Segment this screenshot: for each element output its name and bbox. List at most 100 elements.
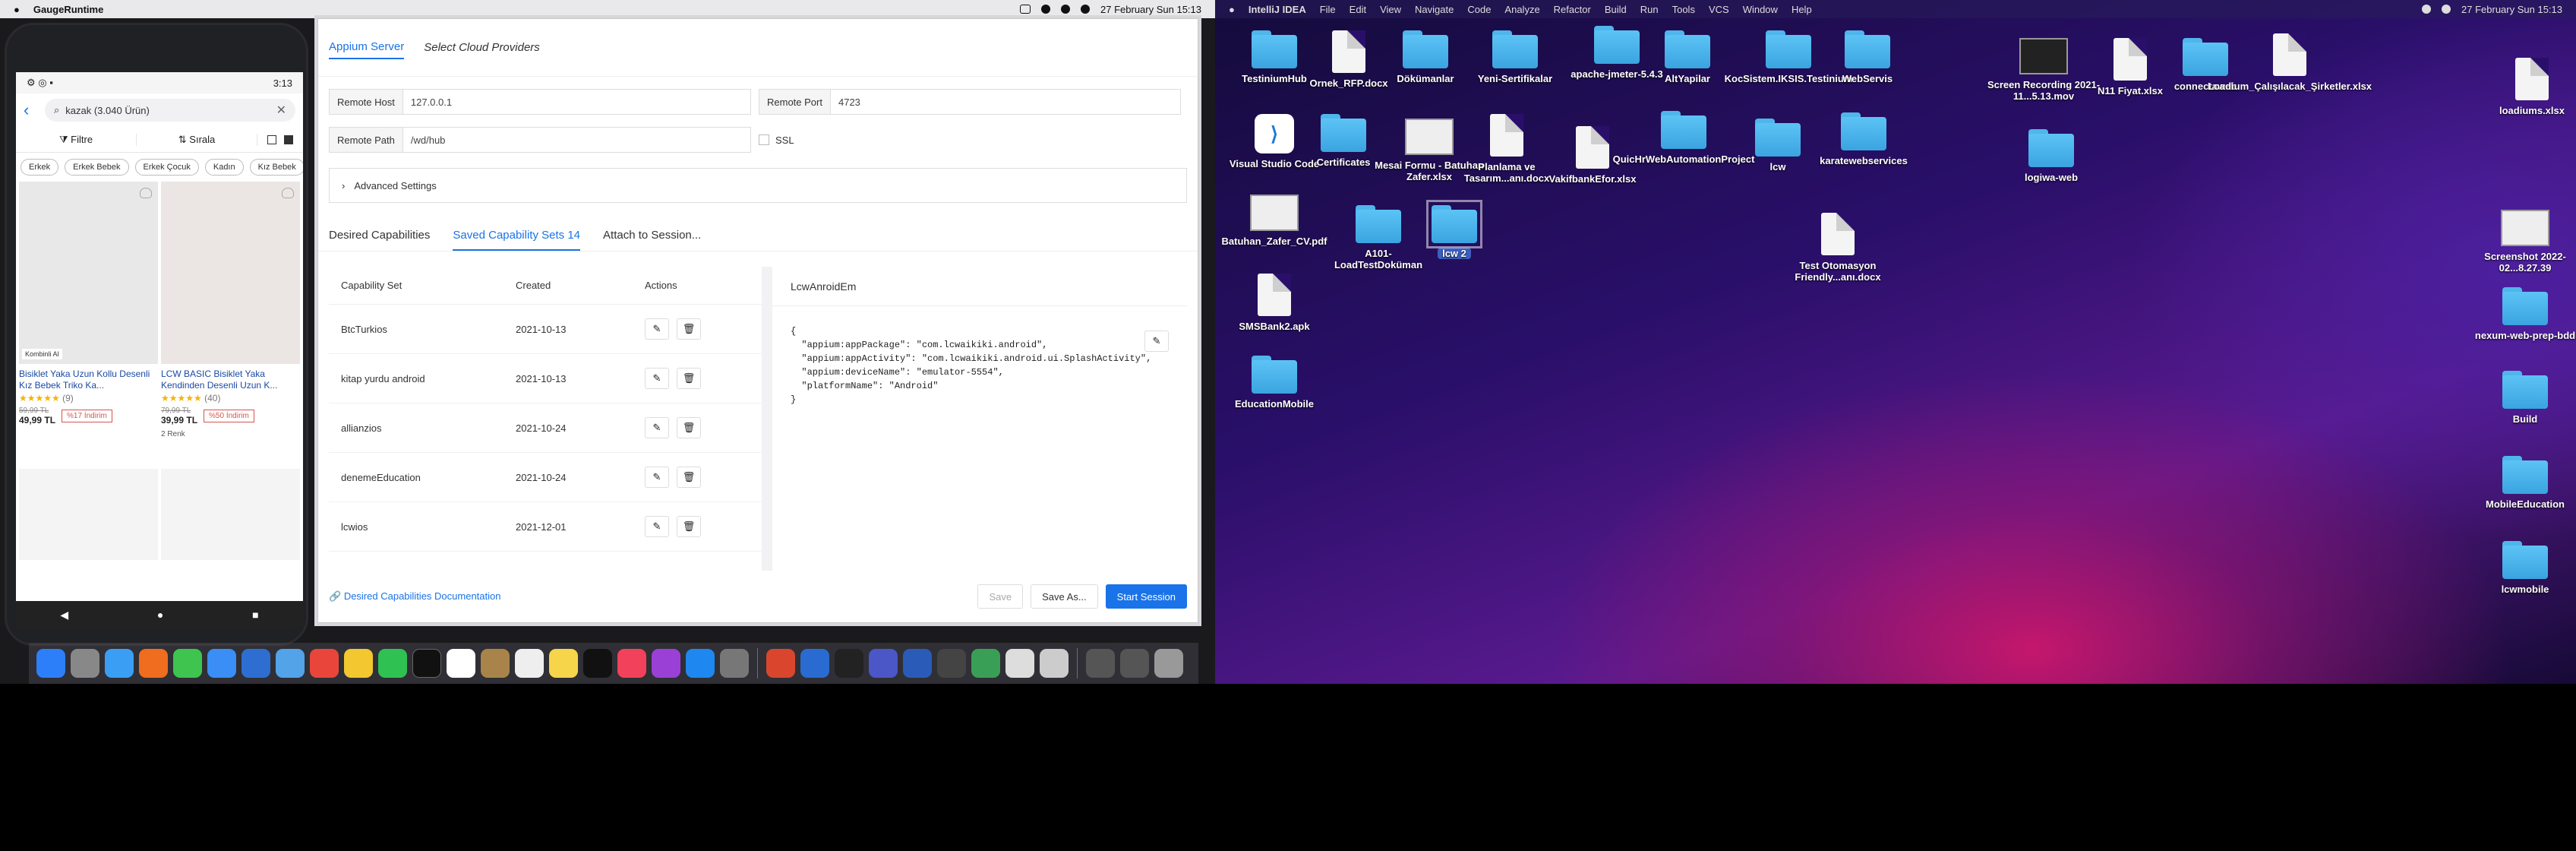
product-name[interactable]: LCW BASIC Bisiklet Yaka Kendinden Desenl…: [161, 369, 300, 391]
messages-icon[interactable]: [173, 649, 202, 678]
ssl-checkbox[interactable]: [759, 134, 769, 145]
table-row[interactable]: allianzios 2021-10-24 ✎ 🗑: [329, 403, 762, 453]
contacts-icon[interactable]: [481, 649, 510, 678]
save-button[interactable]: Save: [977, 584, 1024, 609]
edit-icon[interactable]: ✎: [645, 467, 669, 488]
trash-icon[interactable]: [1154, 649, 1183, 678]
desktop-item[interactable]: lcwmobile: [2468, 541, 2576, 595]
edit-icon[interactable]: ✎: [645, 417, 669, 438]
table-row[interactable]: denemeEducation 2021-10-24 ✎ 🗑: [329, 453, 762, 502]
table-row[interactable]: BtcTurkios 2021-10-13 ✎ 🗑: [329, 305, 762, 354]
minimized-window-icon[interactable]: [1120, 649, 1149, 678]
safari-icon[interactable]: [105, 649, 134, 678]
delete-icon[interactable]: 🗑: [677, 467, 701, 488]
terminal-icon[interactable]: [835, 649, 863, 678]
facetime-icon[interactable]: [378, 649, 407, 678]
menu-item[interactable]: Edit: [1350, 4, 1366, 15]
menu-item[interactable]: Code: [1467, 4, 1491, 15]
tab-cloud-providers[interactable]: Select Cloud Providers: [424, 36, 540, 59]
java-icon[interactable]: [1040, 649, 1069, 678]
advanced-settings[interactable]: › Advanced Settings: [329, 168, 1187, 203]
podcasts-icon[interactable]: [652, 649, 680, 678]
chip[interactable]: Kadın: [204, 159, 244, 176]
grid-view-icon[interactable]: [284, 134, 293, 144]
menu-item[interactable]: Help: [1792, 4, 1812, 15]
menu-item[interactable]: Refactor: [1554, 4, 1591, 15]
apple-icon[interactable]: ●: [14, 4, 20, 15]
tab-attach-session[interactable]: Attach to Session...: [603, 226, 701, 251]
menu-item[interactable]: Build: [1605, 4, 1627, 15]
chip[interactable]: Erkek: [21, 159, 59, 176]
powerpoint-icon[interactable]: [766, 649, 795, 678]
product-card-placeholder[interactable]: [19, 469, 158, 560]
favorite-icon[interactable]: [140, 188, 152, 198]
table-row[interactable]: kitap yurdu android 2021-10-13 ✎ 🗑: [329, 354, 762, 403]
menu-item[interactable]: Analyze: [1504, 4, 1539, 15]
desktop-item[interactable]: Loadium_Çalışılacak_Şirketler.xlsx: [2208, 33, 2372, 92]
music-icon[interactable]: [617, 649, 646, 678]
search-input[interactable]: ⌕ kazak (3.040 Ürün) ✕: [45, 99, 295, 122]
edit-icon[interactable]: ✎: [1144, 331, 1169, 352]
desktop-item[interactable]: nexum-web-prep-bdd: [2468, 287, 2576, 341]
desktop-item[interactable]: Test Otomasyon Friendly...anı.docx: [1781, 213, 1895, 283]
wifi-icon[interactable]: [2422, 5, 2432, 14]
launchpad-icon[interactable]: [71, 649, 99, 678]
desktop-item[interactable]: karatewebservices: [1807, 112, 1921, 166]
product-card-placeholder[interactable]: [161, 469, 300, 560]
recents-icon[interactable]: ■: [252, 609, 258, 621]
ssl-option[interactable]: SSL: [759, 127, 794, 153]
calendar-icon[interactable]: [447, 649, 475, 678]
word-icon[interactable]: [903, 649, 932, 678]
menu-item[interactable]: Run: [1640, 4, 1659, 15]
remote-port-field[interactable]: Remote Port 4723: [759, 89, 1181, 115]
tv-icon[interactable]: [583, 649, 612, 678]
maps-icon[interactable]: [276, 649, 305, 678]
desktop-item[interactable]: SMSBank2.apk: [1217, 274, 1331, 332]
firefox-icon[interactable]: [139, 649, 168, 678]
back-icon[interactable]: ◀: [60, 609, 68, 622]
menu-item[interactable]: Window: [1743, 4, 1778, 15]
chrome-icon[interactable]: [310, 649, 339, 678]
control-center-icon[interactable]: [2442, 5, 2451, 14]
product-image[interactable]: [161, 182, 300, 364]
intellij-icon[interactable]: [412, 649, 441, 678]
appium-icon[interactable]: [971, 649, 1000, 678]
tab-desired-capabilities[interactable]: Desired Capabilities: [329, 226, 430, 251]
list-view-icon[interactable]: [267, 134, 276, 144]
desktop-item[interactable]: WebServis: [1810, 30, 1924, 84]
reminders-icon[interactable]: [515, 649, 544, 678]
desktop-item[interactable]: lcw 2: [1397, 200, 1511, 259]
delete-icon[interactable]: 🗑: [677, 417, 701, 438]
clock[interactable]: 27 February Sun 15:13: [1100, 4, 1201, 15]
menu-item[interactable]: Navigate: [1415, 4, 1454, 15]
menu-item[interactable]: Tools: [1672, 4, 1695, 15]
preview-icon[interactable]: [800, 649, 829, 678]
app-icon[interactable]: [1005, 649, 1034, 678]
clear-icon[interactable]: ✕: [276, 103, 286, 118]
chip[interactable]: Erkek Bebek: [65, 159, 129, 176]
desktop-item[interactable]: loadiums.xlsx: [2475, 58, 2576, 116]
desktop-item[interactable]: Build: [2468, 371, 2576, 425]
desktop-item[interactable]: MobileEducation: [2468, 456, 2576, 510]
menu-item[interactable]: View: [1380, 4, 1401, 15]
documentation-link[interactable]: 🔗 Desired Capabilities Documentation: [329, 590, 500, 603]
tab-appium-server[interactable]: Appium Server: [329, 36, 405, 59]
delete-icon[interactable]: 🗑: [677, 516, 701, 537]
battery-icon[interactable]: [1020, 5, 1031, 14]
apple-icon[interactable]: ●: [1229, 4, 1235, 15]
desktop-item[interactable]: EducationMobile: [1217, 356, 1331, 410]
photos-icon[interactable]: [344, 649, 373, 678]
desktop-item[interactable]: Screenshot 2022-02...8.27.39: [2468, 210, 2576, 274]
filter-button[interactable]: ⧩ Filtre: [16, 133, 137, 146]
teams-icon[interactable]: [869, 649, 898, 678]
start-session-button[interactable]: Start Session: [1105, 584, 1187, 609]
remote-host-field[interactable]: Remote Host 127.0.0.1: [329, 89, 751, 115]
back-arrow-icon[interactable]: ‹: [24, 100, 39, 120]
save-as-button[interactable]: Save As...: [1031, 584, 1098, 609]
desktop-item[interactable]: logiwa-web: [1994, 129, 2108, 183]
remote-host-input[interactable]: 127.0.0.1: [403, 90, 750, 114]
desktop-item[interactable]: Yeni-Sertifikalar: [1458, 30, 1572, 84]
minimized-window-icon[interactable]: [1086, 649, 1115, 678]
edit-icon[interactable]: ✎: [645, 516, 669, 537]
clock[interactable]: 27 February Sun 15:13: [2461, 4, 2562, 15]
